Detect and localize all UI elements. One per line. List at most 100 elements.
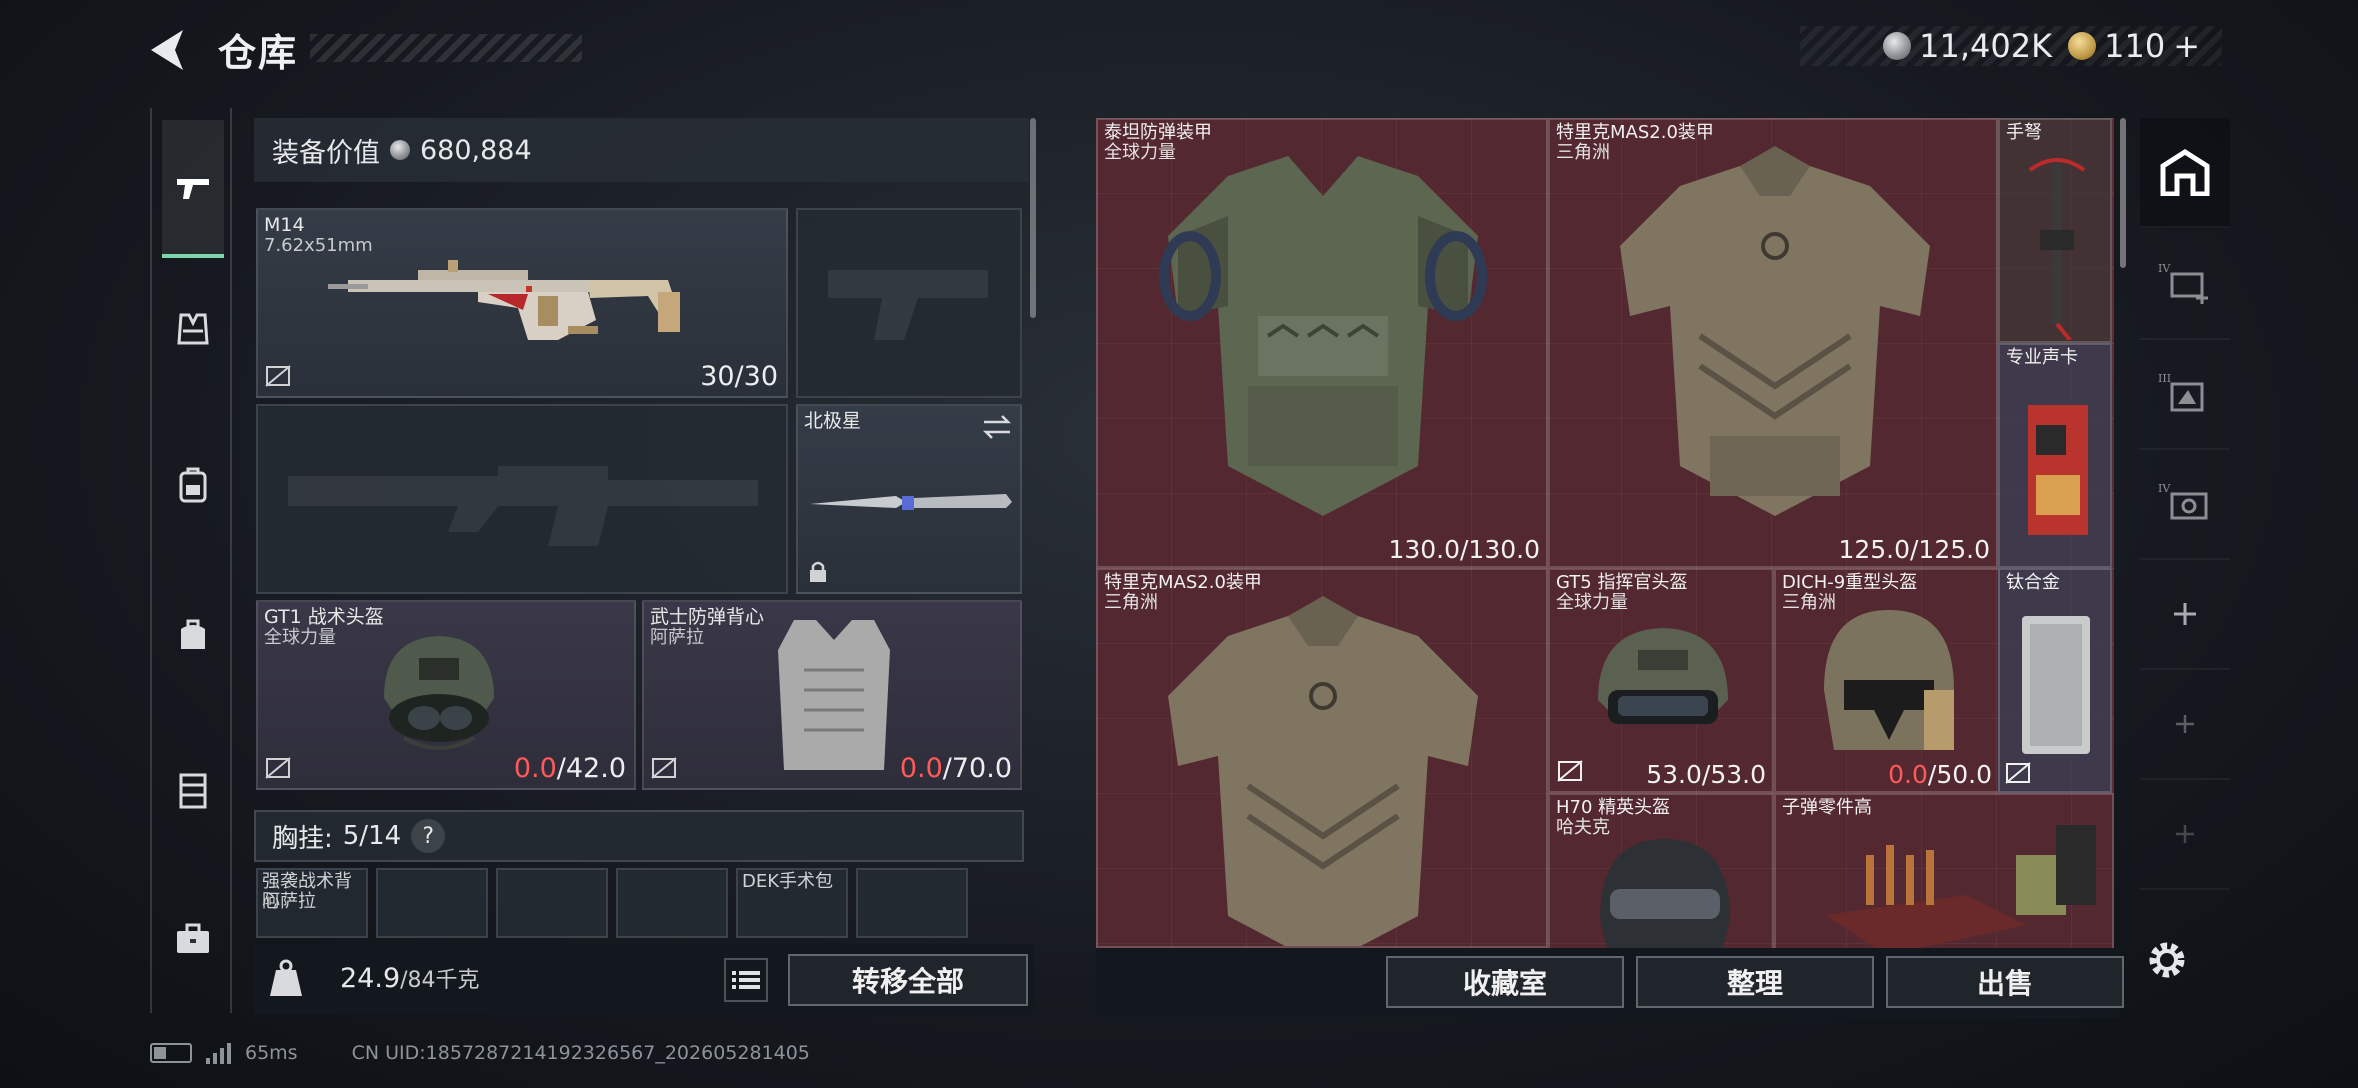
armor-slot[interactable]: 武士防弹背心 阿萨拉 0.0/70.0 (642, 600, 1022, 790)
armor-image (1159, 156, 1487, 516)
tab-add-locker-1[interactable] (2140, 560, 2230, 670)
list-view-button[interactable] (724, 958, 768, 1002)
gold-currency[interactable]: 110 + (2068, 27, 2200, 65)
nav-armor[interactable] (162, 298, 224, 360)
back-button[interactable] (145, 28, 195, 72)
locker-iv-2-icon: IV (2158, 482, 2208, 520)
chest-slot-2[interactable] (376, 868, 488, 938)
silver-amount: 11,402K (1919, 27, 2053, 65)
weight-readout: 24.9/84千克 (340, 962, 480, 994)
settings-gear-icon[interactable] (2142, 935, 2192, 985)
equipment-value-amount: 680,884 (420, 134, 532, 166)
nav-backpack[interactable] (162, 454, 224, 516)
locker-iv-icon: IV (2158, 262, 2208, 304)
pistol-silhouette-icon (828, 270, 988, 340)
swap-icon[interactable] (982, 414, 1012, 440)
tab-locker-iv[interactable]: IV (2140, 230, 2230, 340)
ping-readout: 65ms (245, 1042, 298, 1064)
nav-weapon[interactable] (162, 120, 224, 258)
helmet-durability-current: 0.0 (513, 753, 557, 784)
stash-locker-tabs: IV III IV (2140, 118, 2230, 978)
not-insured-icon (2005, 762, 2031, 784)
vest-image (778, 620, 890, 770)
chest-rig-capacity: 5/14 (342, 821, 402, 851)
not-insured-icon (265, 757, 291, 779)
tab-locker-iv-2[interactable]: IV (2140, 450, 2230, 560)
stash-item-titan-armor[interactable]: 泰坦防弹装甲 全球力量 130.0/130.0 (1096, 118, 1548, 568)
item-name: H70 精英头盔 (1556, 797, 1671, 818)
knife-image (810, 494, 1012, 510)
pouch-icon (181, 619, 205, 649)
armor-durability-current: 0.0 (899, 753, 943, 784)
nav-case[interactable] (162, 908, 224, 970)
melee-name: 北极星 (804, 410, 862, 432)
stash-item-sound-card[interactable]: 专业声卡 (1998, 343, 2112, 568)
secondary-weapon-slot[interactable] (256, 404, 788, 594)
item-durability-current: 0.0 (1888, 760, 1928, 789)
stash-item-bullet-parts[interactable]: 子弹零件高 (1774, 793, 2114, 948)
briefcase-icon (177, 923, 209, 953)
backpack-icon (179, 467, 207, 503)
chest-slot-3[interactable] (496, 868, 608, 938)
stash-item-mas-armor-2[interactable]: 特里克MAS2.0装甲 三角洲 (1096, 568, 1548, 948)
item-durability: 125.0/125.0 (1838, 535, 1990, 564)
silver-coin-icon (390, 140, 410, 160)
armor-name: 武士防弹背心 (650, 606, 765, 628)
armor-maker: 阿萨拉 (650, 627, 704, 648)
silver-currency[interactable]: 11,402K (1883, 27, 2052, 65)
add-gold-button[interactable]: + (2173, 27, 2200, 65)
locker-iii-icon: III (2158, 372, 2204, 412)
stash-footer: 收藏室 整理 出售 (1096, 948, 2124, 1018)
sidearm-slot[interactable] (796, 208, 1022, 398)
locker-icon (179, 773, 207, 809)
helmet-slot[interactable]: GT1 战术头盔 全球力量 0.0/42.0 (256, 600, 636, 790)
tab-main-stash[interactable] (2140, 118, 2230, 228)
item-name: DICH-9重型头盔 (1782, 572, 1918, 593)
nav-pouch[interactable] (162, 604, 224, 666)
equipment-value-bar: 装备价值 680,884 (254, 118, 1029, 182)
armor-image (1620, 146, 1930, 516)
melee-slot[interactable]: 北极星 (796, 404, 1022, 594)
tab-locker-iii[interactable]: III (2140, 340, 2230, 450)
stash-item-gt5-helmet[interactable]: GT5 指挥官头盔 全球力量 53.0/53.0 (1548, 568, 1774, 793)
svg-text:IV: IV (2158, 262, 2171, 275)
stash-item-mas-armor-1[interactable]: 特里克MAS2.0装甲 三角洲 125.0/125.0 (1548, 118, 1998, 568)
chest-rig-help-button[interactable]: ? (411, 819, 446, 853)
equipment-category-nav (150, 108, 232, 1013)
stash-grid: 泰坦防弹装甲 全球力量 130.0/130.0 特里克MAS2.0装甲 三角洲 … (1096, 118, 2114, 948)
collection-room-button[interactable]: 收藏室 (1386, 956, 1624, 1008)
primary-weapon-slot[interactable]: M14 7.62x51mm 30/30 (256, 208, 788, 398)
item-name: 钛合金 (2006, 572, 2060, 593)
chest-slot-sub: 阿萨拉 (262, 891, 316, 912)
not-insured-icon (651, 757, 677, 779)
chest-slot-5[interactable]: DEK手术包 (736, 868, 848, 938)
sort-button[interactable]: 整理 (1636, 956, 1874, 1008)
sell-button[interactable]: 出售 (1886, 956, 2124, 1008)
tab-add-locker-3[interactable] (2140, 780, 2230, 890)
stash-item-h70-helmet[interactable]: H70 精英头盔 哈夫克 (1548, 793, 1774, 948)
item-name: GT5 指挥官头盔 (1556, 572, 1688, 593)
weapon-ammo-count: 30/30 (700, 361, 778, 392)
equipment-scrollbar[interactable] (1030, 118, 1036, 318)
nav-locker[interactable] (162, 760, 224, 822)
chest-slot-4[interactable] (616, 868, 728, 938)
armor-image (1168, 596, 1478, 946)
stash-item-dich9-helmet[interactable]: DICH-9重型头盔 三角洲 0.0/50.0 (1774, 568, 2000, 793)
stash-scrollbar[interactable] (2120, 118, 2126, 268)
tab-add-locker-2[interactable] (2140, 670, 2230, 780)
battery-icon (150, 1043, 192, 1063)
signal-icon (206, 1042, 231, 1064)
ammo-crate-image (1826, 825, 2096, 948)
vest-icon (177, 313, 209, 345)
status-bar: 65ms CN UID:1857287214192326567_20260528… (150, 1042, 810, 1064)
chest-slot-1[interactable]: 强袭战术背心 阿萨拉 (256, 868, 368, 938)
not-insured-icon (1557, 760, 1583, 782)
chest-slot-6[interactable] (856, 868, 968, 938)
equipment-footer: 24.9/84千克 转移全部 (254, 944, 1034, 1014)
equipment-value-label: 装备价值 (272, 137, 380, 169)
uid-text: CN UID:1857287214192326567_202605281405 (351, 1042, 810, 1064)
stash-item-crossbow[interactable]: 手弩 (1998, 118, 2112, 343)
transfer-all-button[interactable]: 转移全部 (788, 954, 1028, 1006)
stash-item-titanium[interactable]: 钛合金 (1998, 568, 2112, 793)
helmet-durability-max: /42.0 (556, 753, 626, 784)
